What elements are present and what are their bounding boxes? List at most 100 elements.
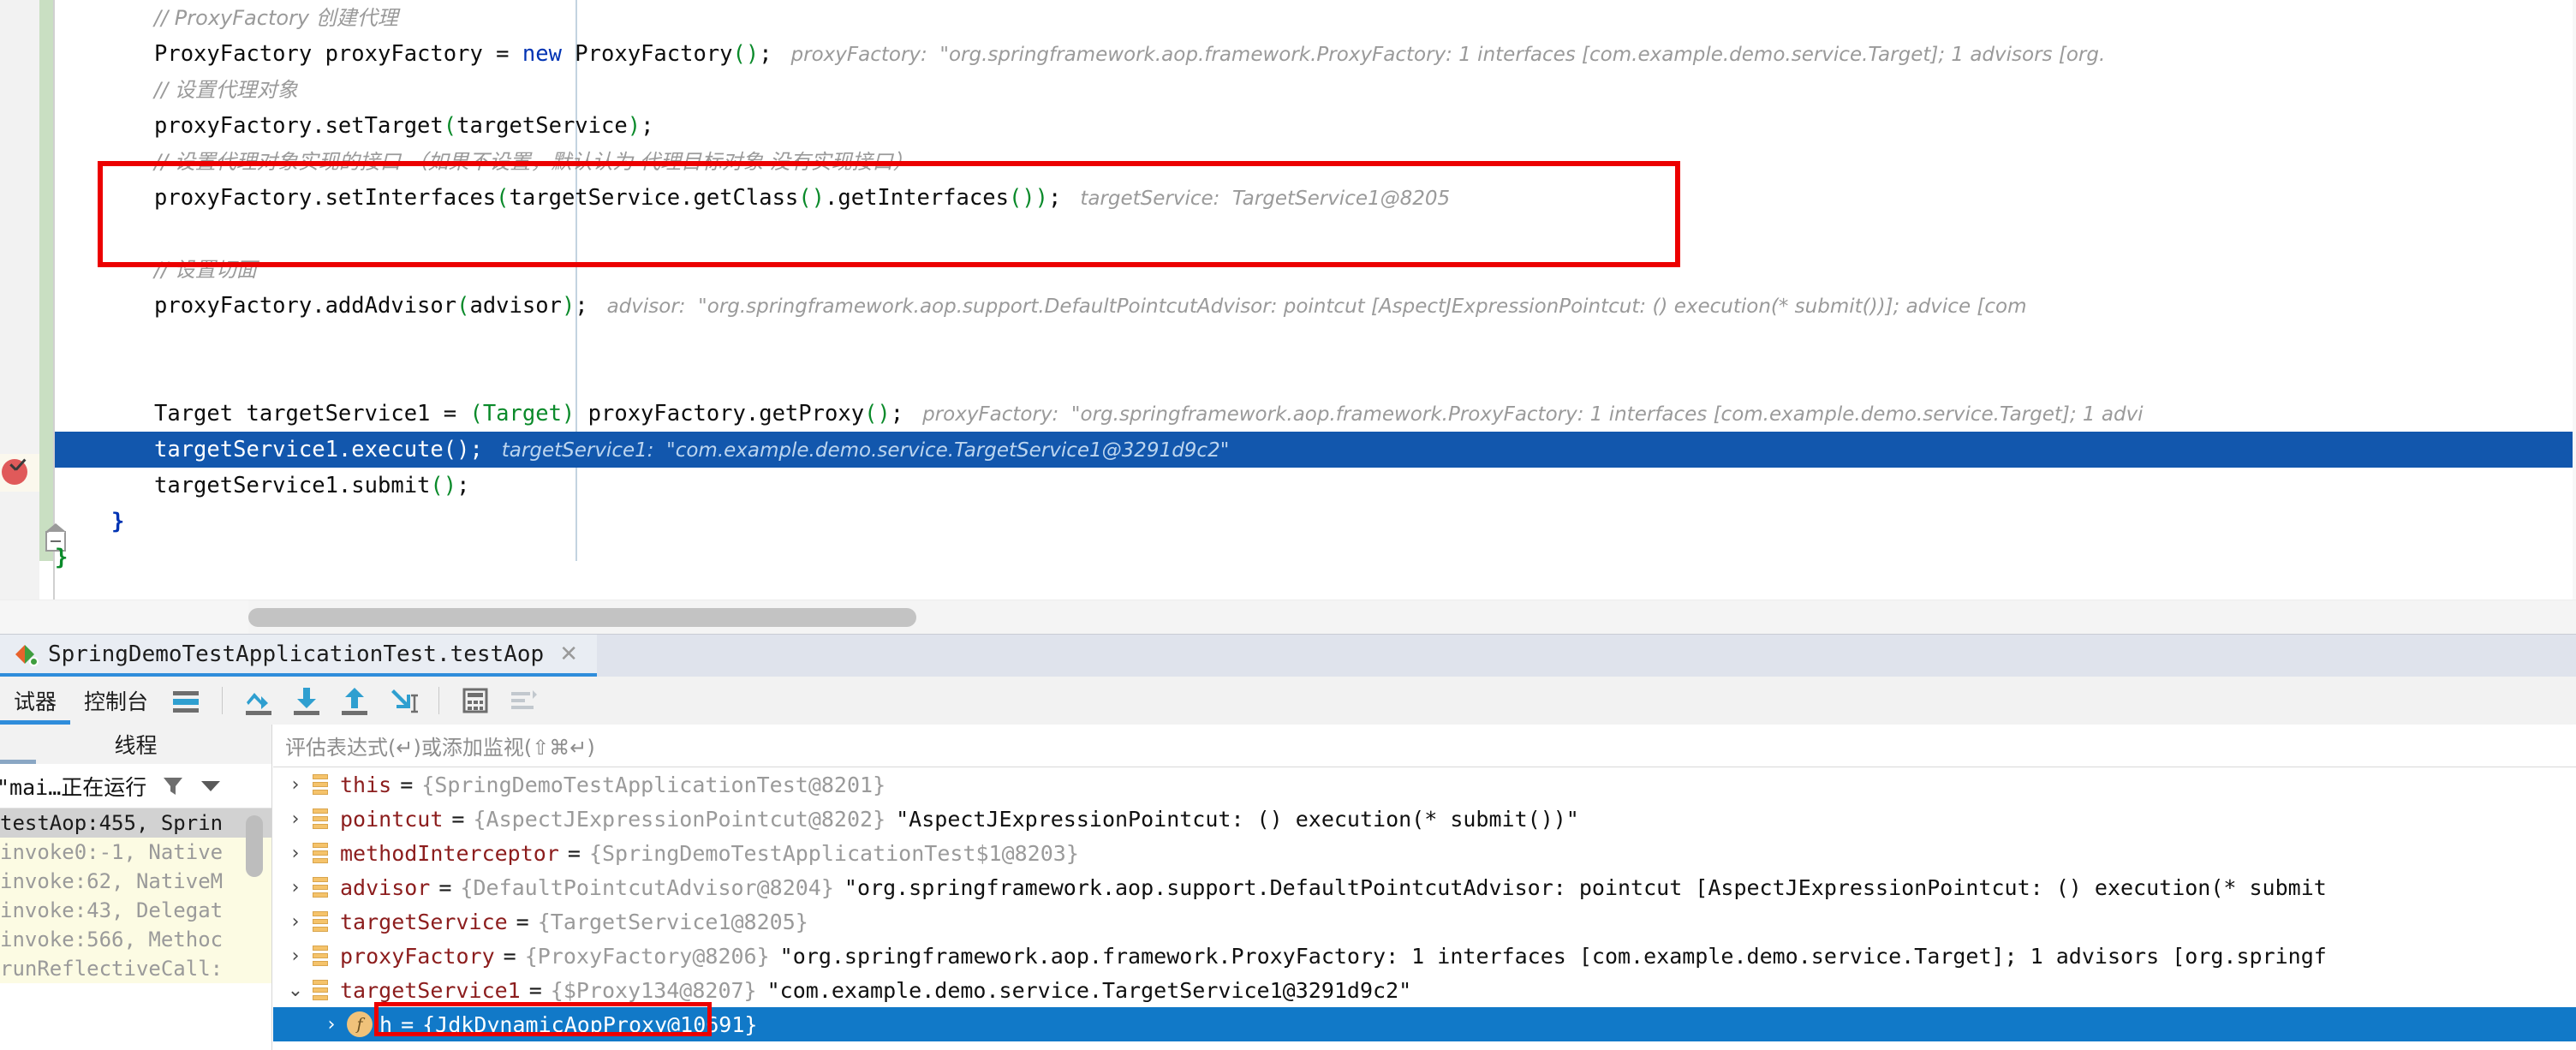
code-line[interactable]: Target targetService1 = (Target) proxyFa… xyxy=(55,396,2576,432)
chevron-right-icon[interactable]: › xyxy=(285,808,306,830)
code-content[interactable]: // ProxyFactory 创建代理 ProxyFactory proxyFa… xyxy=(55,0,2576,600)
code-token: ProxyFactory xyxy=(561,41,733,67)
call-stack-frames[interactable]: testAop:455, Sprin invoke0:-1, Native invo… xyxy=(0,808,271,983)
variable-name: this xyxy=(340,772,392,797)
code-token: () xyxy=(430,473,457,498)
code-token: ; xyxy=(575,293,588,319)
debug-tool-window[interactable]: SpringDemoTestApplicationTest.testAop ✕ … xyxy=(0,634,2576,1050)
stack-frame-row[interactable]: invoke:566, Methoc xyxy=(0,925,271,954)
code-line[interactable] xyxy=(55,216,2576,252)
threads-panel[interactable]: 线程 "mai…正在运行 testAop:455, Sprin invoke0:-… xyxy=(0,725,272,1050)
step-over-icon[interactable] xyxy=(240,682,277,719)
field-icon xyxy=(311,876,331,898)
code-line[interactable] xyxy=(55,360,2576,396)
code-editor[interactable]: // ProxyFactory 创建代理 ProxyFactory proxyFa… xyxy=(0,0,2576,634)
code-token: ; xyxy=(1048,185,1062,211)
variables-list[interactable]: › this = {SpringDemoTestApplicationTest@820… xyxy=(273,767,2576,1041)
frames-scrollbar-thumb[interactable] xyxy=(246,815,263,877)
watch-expression-input[interactable]: 评估表达式(↵)或添加监视(⇧⌘↵) xyxy=(273,725,2576,767)
code-token: () xyxy=(443,437,470,462)
code-line[interactable]: // ProxyFactory 创建代理 xyxy=(55,0,2576,36)
debugger-toolbar[interactable]: 试器 控制台 xyxy=(0,677,2576,725)
variable-row[interactable]: › methodInterceptor = {SpringDemoTestApplic… xyxy=(273,836,2576,870)
debug-session-tabbar[interactable]: SpringDemoTestApplicationTest.testAop ✕ xyxy=(0,634,2576,677)
stack-frame-label: invoke:43, Delegat xyxy=(0,898,224,922)
code-token: ; xyxy=(890,401,904,427)
code-line[interactable]: proxyFactory.setTarget(targetService); xyxy=(55,108,2576,144)
step-into-icon[interactable] xyxy=(288,682,325,719)
chevron-right-icon[interactable]: › xyxy=(321,1014,342,1035)
stack-frame-row[interactable]: invoke:43, Delegat xyxy=(0,896,271,925)
threads-panel-header[interactable]: 线程 xyxy=(0,725,271,764)
code-line[interactable]: proxyFactory.setInterfaces(targetService… xyxy=(55,180,2576,216)
code-line[interactable]: // 设置代理对象 xyxy=(55,72,2576,108)
code-line[interactable]: // 设置代理对象实现的接口 （如果不设置，默认认为 代理目标对象 没有实现接口… xyxy=(55,144,2576,180)
inline-debug-hint: proxyFactory: "org.springframework.aop.f… xyxy=(903,403,2144,426)
stack-frame-row[interactable]: invoke:62, NativeM xyxy=(0,867,271,896)
watch-input-placeholder: 评估表达式(↵)或添加监视(⇧⌘↵) xyxy=(285,736,595,760)
variable-type: {ProxyFactory@8206} xyxy=(524,943,770,969)
variable-type: {AspectJExpressionPointcut@8202} xyxy=(473,806,886,832)
variable-row[interactable]: › f h = {JdkDynamicAopProxy@10691} xyxy=(273,1007,2576,1041)
code-token: proxyFactory.getProxy xyxy=(575,401,865,427)
evaluate-expression-icon[interactable] xyxy=(456,682,494,719)
variable-row[interactable]: › pointcut = {AspectJExpressionPointcut@820… xyxy=(273,802,2576,836)
chevron-right-icon[interactable]: › xyxy=(285,843,306,864)
stack-frame-row[interactable]: testAop:455, Sprin xyxy=(0,808,271,838)
toolbar-divider-2 xyxy=(438,687,440,714)
variable-type: {JdkDynamicAopProxy@10691} xyxy=(422,1011,758,1037)
editor-horizontal-scrollbar[interactable] xyxy=(0,600,2576,635)
code-line[interactable]: ProxyFactory proxyFactory = new ProxyFac… xyxy=(55,36,2576,72)
debugger-body[interactable]: 线程 "mai…正在运行 testAop:455, Sprin invoke0:-… xyxy=(0,725,2576,1050)
variable-row[interactable]: › advisor = {DefaultPointcutAdvisor@8204} "o… xyxy=(273,870,2576,904)
code-line[interactable]: } xyxy=(55,504,2576,540)
variable-name: proxyFactory xyxy=(340,943,495,969)
scrollbar-thumb[interactable] xyxy=(248,608,916,627)
step-out-icon[interactable] xyxy=(336,682,373,719)
editor-gutter[interactable] xyxy=(0,0,39,634)
funnel-icon[interactable] xyxy=(162,776,184,796)
changed-lines-marker[interactable] xyxy=(39,0,53,561)
variable-equals: = xyxy=(401,1011,414,1037)
code-line[interactable]: targetService1.submit(); xyxy=(55,468,2576,504)
chevron-right-icon[interactable]: › xyxy=(285,946,306,967)
breakpoint-icon[interactable] xyxy=(2,459,31,488)
field-icon xyxy=(311,808,331,830)
force-step-into-icon[interactable] xyxy=(384,682,421,719)
code-line[interactable] xyxy=(55,324,2576,360)
code-line[interactable]: // 设置切面 xyxy=(55,252,2576,288)
chevron-down-icon[interactable] xyxy=(201,780,221,791)
tab-debugger[interactable]: 试器 xyxy=(0,677,71,725)
code-token: proxyFactory.setTarget xyxy=(154,113,444,139)
variable-row[interactable]: › this = {SpringDemoTestApplicationTest@820… xyxy=(273,767,2576,802)
code-brace: } xyxy=(111,509,125,534)
variable-name: targetService1 xyxy=(340,977,521,1003)
debug-session-tab[interactable]: SpringDemoTestApplicationTest.testAop ✕ xyxy=(0,635,597,677)
code-token: ; xyxy=(469,437,483,462)
variables-panel[interactable]: 评估表达式(↵)或添加监视(⇧⌘↵) › this = {SpringDemoTest… xyxy=(273,725,2576,1050)
code-token: (Target) xyxy=(469,401,575,427)
sort-values-icon[interactable] xyxy=(504,682,542,719)
variable-row[interactable]: ⌄ targetService1 = {$Proxy134@8207} "com.exa… xyxy=(273,973,2576,1007)
chevron-right-icon[interactable]: › xyxy=(285,911,306,933)
inline-debug-hint: proxyFactory: "org.springframework.aop.f… xyxy=(772,44,2106,66)
stack-frame-row[interactable]: runReflectiveCall: xyxy=(0,954,271,983)
tab-console[interactable]: 控制台 xyxy=(70,677,162,725)
variable-equals: = xyxy=(438,874,452,900)
variable-row[interactable]: › targetService = {TargetService1@8205} xyxy=(273,904,2576,939)
close-icon[interactable]: ✕ xyxy=(559,641,578,667)
show-execution-point-icon[interactable] xyxy=(167,682,205,719)
editor-vertical-scroll-edge[interactable] xyxy=(2573,0,2576,600)
chevron-down-icon[interactable]: ⌄ xyxy=(285,980,306,1001)
variable-name: h xyxy=(379,1011,393,1037)
variable-row[interactable]: › proxyFactory = {ProxyFactory@8206} "org.sp… xyxy=(273,939,2576,973)
code-line[interactable]: } xyxy=(55,540,2576,576)
variable-name: targetService xyxy=(340,909,508,934)
thread-selector[interactable]: "mai…正在运行 xyxy=(0,764,271,808)
code-line[interactable]: proxyFactory.addAdvisor(advisor); adviso… xyxy=(55,288,2576,324)
code-line[interactable]: targetService1.execute(); targetService1… xyxy=(55,432,2576,468)
stack-frame-row[interactable]: invoke0:-1, Native xyxy=(0,838,271,867)
field-icon xyxy=(311,910,331,933)
chevron-right-icon[interactable]: › xyxy=(285,774,306,796)
chevron-right-icon[interactable]: › xyxy=(285,877,306,898)
